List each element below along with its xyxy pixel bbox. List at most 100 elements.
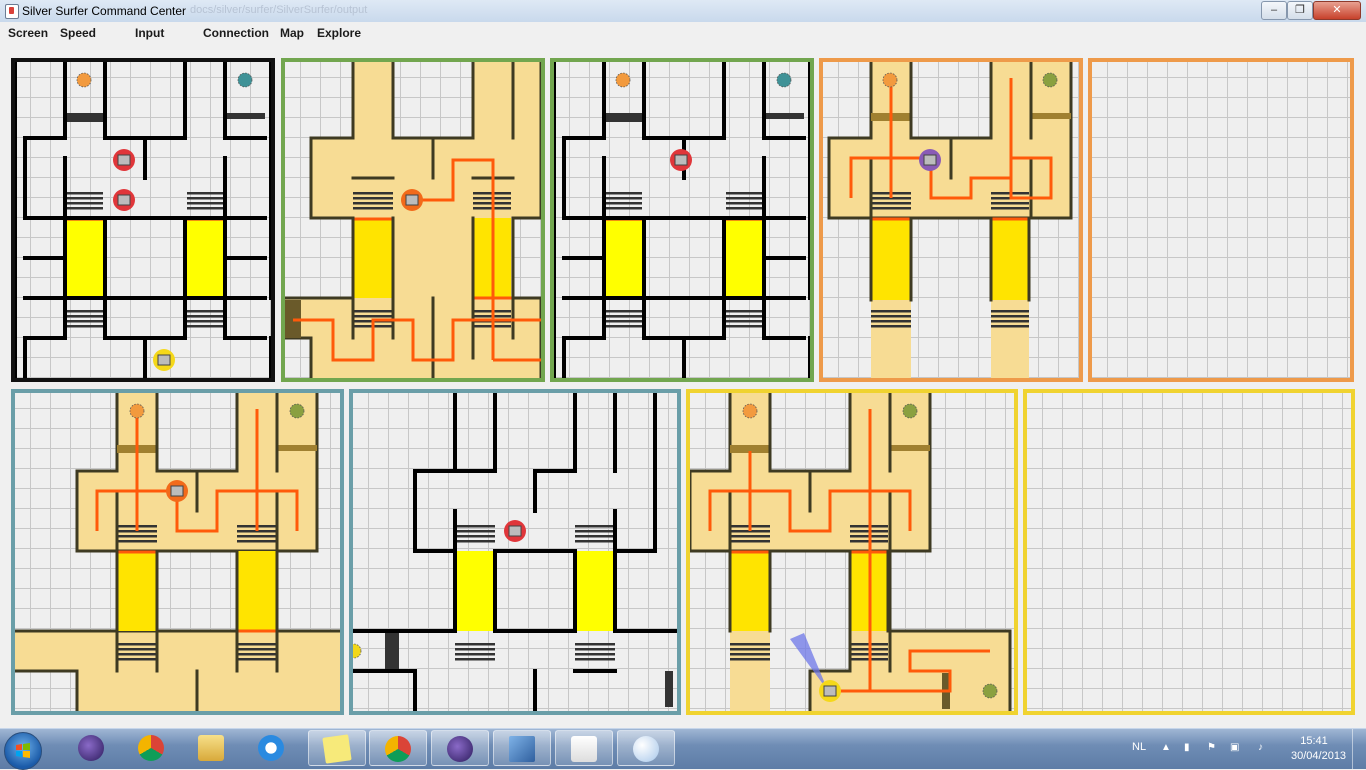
barcode-strip bbox=[726, 320, 762, 323]
ball-orange bbox=[615, 72, 631, 88]
barcode-strip bbox=[606, 207, 642, 210]
barcode-strip bbox=[766, 113, 804, 119]
volume-icon[interactable]: ♪ bbox=[1258, 742, 1268, 753]
taskbar-eclipse[interactable] bbox=[431, 730, 489, 766]
barcode-strip bbox=[117, 658, 157, 661]
maze-canvas bbox=[550, 58, 814, 382]
system-clock[interactable]: 15:41 30/04/2013 bbox=[1291, 734, 1346, 764]
barcode-strip bbox=[67, 315, 103, 318]
map-panel-orange-empty[interactable] bbox=[1088, 58, 1354, 382]
barcode-strip bbox=[730, 535, 770, 538]
taskbar-chrome[interactable] bbox=[369, 730, 427, 766]
barcode-strip bbox=[187, 202, 223, 205]
barcode-strip bbox=[187, 197, 223, 200]
maze-canvas bbox=[1088, 58, 1354, 382]
menu-map[interactable]: Map bbox=[280, 26, 304, 40]
maze-canvas bbox=[11, 389, 344, 715]
show-hidden-icons-icon[interactable]: ▲ bbox=[1161, 742, 1171, 753]
barcode-strip bbox=[67, 325, 103, 328]
network-icon bbox=[509, 736, 535, 762]
barcode-strip bbox=[726, 310, 762, 313]
language-indicator[interactable]: NL bbox=[1132, 741, 1146, 753]
barcode-strip bbox=[730, 658, 770, 661]
taskbar-network-tool[interactable] bbox=[493, 730, 551, 766]
map-panel-green-explored[interactable] bbox=[281, 58, 545, 382]
barcode-strip bbox=[187, 310, 223, 313]
window-title-path: docs/silver/surfer/SilverSurfer/output bbox=[190, 4, 368, 16]
barcode-strip bbox=[730, 653, 770, 656]
maze-canvas bbox=[819, 58, 1083, 382]
barcode-strip bbox=[67, 320, 103, 323]
barcode-strip bbox=[730, 540, 770, 543]
map-panel-teal-live[interactable] bbox=[349, 389, 681, 715]
taskbar-explorer-pinned[interactable] bbox=[183, 730, 241, 766]
barcode-strip bbox=[871, 202, 911, 205]
barcode-strip bbox=[67, 192, 103, 195]
barcode-strip bbox=[67, 207, 103, 210]
eclipse-icon bbox=[78, 735, 104, 761]
barcode-strip bbox=[277, 445, 317, 451]
menu-input[interactable]: Input bbox=[135, 26, 164, 40]
seesaw bbox=[117, 551, 157, 631]
java-app-icon bbox=[5, 4, 19, 19]
close-button[interactable]: ✕ bbox=[1313, 1, 1361, 20]
ball-green bbox=[982, 683, 998, 699]
taskbar-paint[interactable] bbox=[617, 730, 675, 766]
taskbar-eclipse-pinned[interactable] bbox=[63, 730, 121, 766]
ball-teal bbox=[776, 72, 792, 88]
barcode-strip bbox=[455, 535, 495, 538]
taskbar-java[interactable] bbox=[555, 730, 613, 766]
map-panel-yellow-empty[interactable] bbox=[1023, 389, 1355, 715]
barcode-strip bbox=[575, 540, 615, 543]
barcode-strip bbox=[575, 643, 615, 646]
panel-border bbox=[1023, 389, 1355, 715]
menu-screen[interactable]: Screen bbox=[8, 26, 48, 40]
seesaw bbox=[67, 218, 103, 300]
title-bar[interactable]: Silver Surfer Command Center docs/silver… bbox=[0, 0, 1366, 23]
barcode-strip bbox=[187, 192, 223, 195]
seesaw bbox=[575, 551, 615, 631]
map-panel-green-live[interactable] bbox=[550, 58, 814, 382]
menu-connection[interactable]: Connection bbox=[203, 26, 269, 40]
map-panel-yellow-explored[interactable] bbox=[686, 389, 1018, 715]
device-icon[interactable]: ▣ bbox=[1230, 742, 1240, 753]
paint-palette-icon bbox=[633, 736, 659, 762]
maximize-button[interactable]: ❐ bbox=[1287, 1, 1313, 20]
barcode-strip bbox=[353, 202, 393, 205]
ball-green bbox=[1042, 72, 1058, 88]
robot-red bbox=[113, 189, 135, 211]
map-panel-orange-explored[interactable] bbox=[819, 58, 1083, 382]
barcode-strip bbox=[353, 310, 393, 313]
barcode-strip bbox=[726, 207, 762, 210]
barcode-strip bbox=[575, 648, 615, 651]
taskbar-chrome-pinned[interactable] bbox=[123, 730, 181, 766]
seesaw bbox=[991, 218, 1029, 300]
barcode-strip bbox=[237, 653, 277, 656]
show-desktop-button[interactable] bbox=[1352, 729, 1366, 769]
network-signal-icon[interactable]: ▮ bbox=[1184, 742, 1194, 753]
menu-explore[interactable]: Explore bbox=[317, 26, 361, 40]
java-cup-icon bbox=[571, 736, 597, 762]
barcode-strip bbox=[871, 207, 911, 210]
barcode-strip bbox=[575, 535, 615, 538]
barcode-strip bbox=[730, 643, 770, 646]
barcode-strip bbox=[991, 202, 1029, 205]
window-title: Silver Surfer Command Center bbox=[22, 4, 187, 18]
start-button[interactable] bbox=[4, 732, 42, 770]
maze-canvas bbox=[1023, 389, 1355, 715]
barcode-strip bbox=[67, 197, 103, 200]
taskbar-sticky-notes[interactable] bbox=[308, 730, 366, 766]
map-panel-overview[interactable] bbox=[11, 58, 275, 382]
barcode-strip bbox=[117, 540, 157, 543]
barcode-strip bbox=[353, 207, 393, 210]
barcode-strip bbox=[237, 648, 277, 651]
map-panel-teal-explored[interactable] bbox=[11, 389, 344, 715]
action-center-flag-icon[interactable]: ⚑ bbox=[1207, 742, 1217, 753]
menu-speed[interactable]: Speed bbox=[60, 26, 96, 40]
barcode-strip bbox=[575, 658, 615, 661]
minimize-button[interactable]: – bbox=[1261, 1, 1287, 20]
barcode-strip bbox=[606, 325, 642, 328]
barcode-strip bbox=[353, 192, 393, 195]
ball-orange bbox=[742, 403, 758, 419]
taskbar-ie-pinned[interactable] bbox=[243, 730, 301, 766]
